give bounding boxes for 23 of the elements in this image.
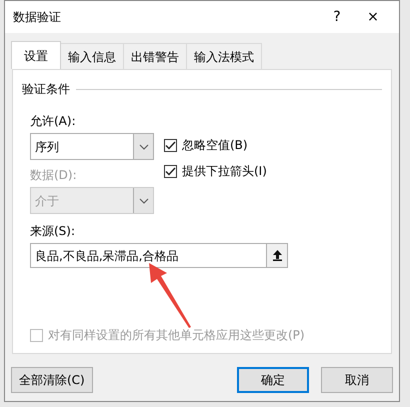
field-label: 允许(A): [30, 113, 77, 130]
dialog-button[interactable]: 取消 [321, 367, 393, 393]
source-field[interactable]: 良品,不良品,呆滞品,合格品 [30, 243, 266, 268]
help-button[interactable]: ? [319, 6, 355, 28]
checkbox-label: 提供下拉箭头(I) [182, 163, 267, 180]
caret-icon [138, 144, 148, 150]
dialog-button[interactable]: 确定 [237, 367, 309, 393]
field-label: 来源(S): [30, 223, 76, 240]
field-label: 数据(D): [30, 167, 78, 184]
tab[interactable]: 设置 [11, 41, 61, 69]
tab[interactable]: 输入法模式 [186, 43, 262, 69]
group-title: 验证条件 [22, 81, 70, 98]
dialog-button[interactable]: 全部清除(C) [11, 367, 93, 393]
checkbox-label: 忽略空值(B) [182, 137, 248, 154]
checkbox[interactable] [164, 164, 177, 178]
upload-icon [272, 250, 282, 261]
checkbox[interactable] [164, 138, 177, 152]
window-title: 数据验证 [13, 9, 62, 26]
caret-icon [138, 198, 148, 204]
close-button[interactable]: × [355, 6, 391, 28]
dropdown[interactable]: 序列 [30, 133, 154, 160]
checkbox-label: 对有同样设置的所有其他单元格应用这些更改(P) [48, 327, 305, 344]
collapse-button[interactable] [266, 243, 288, 268]
